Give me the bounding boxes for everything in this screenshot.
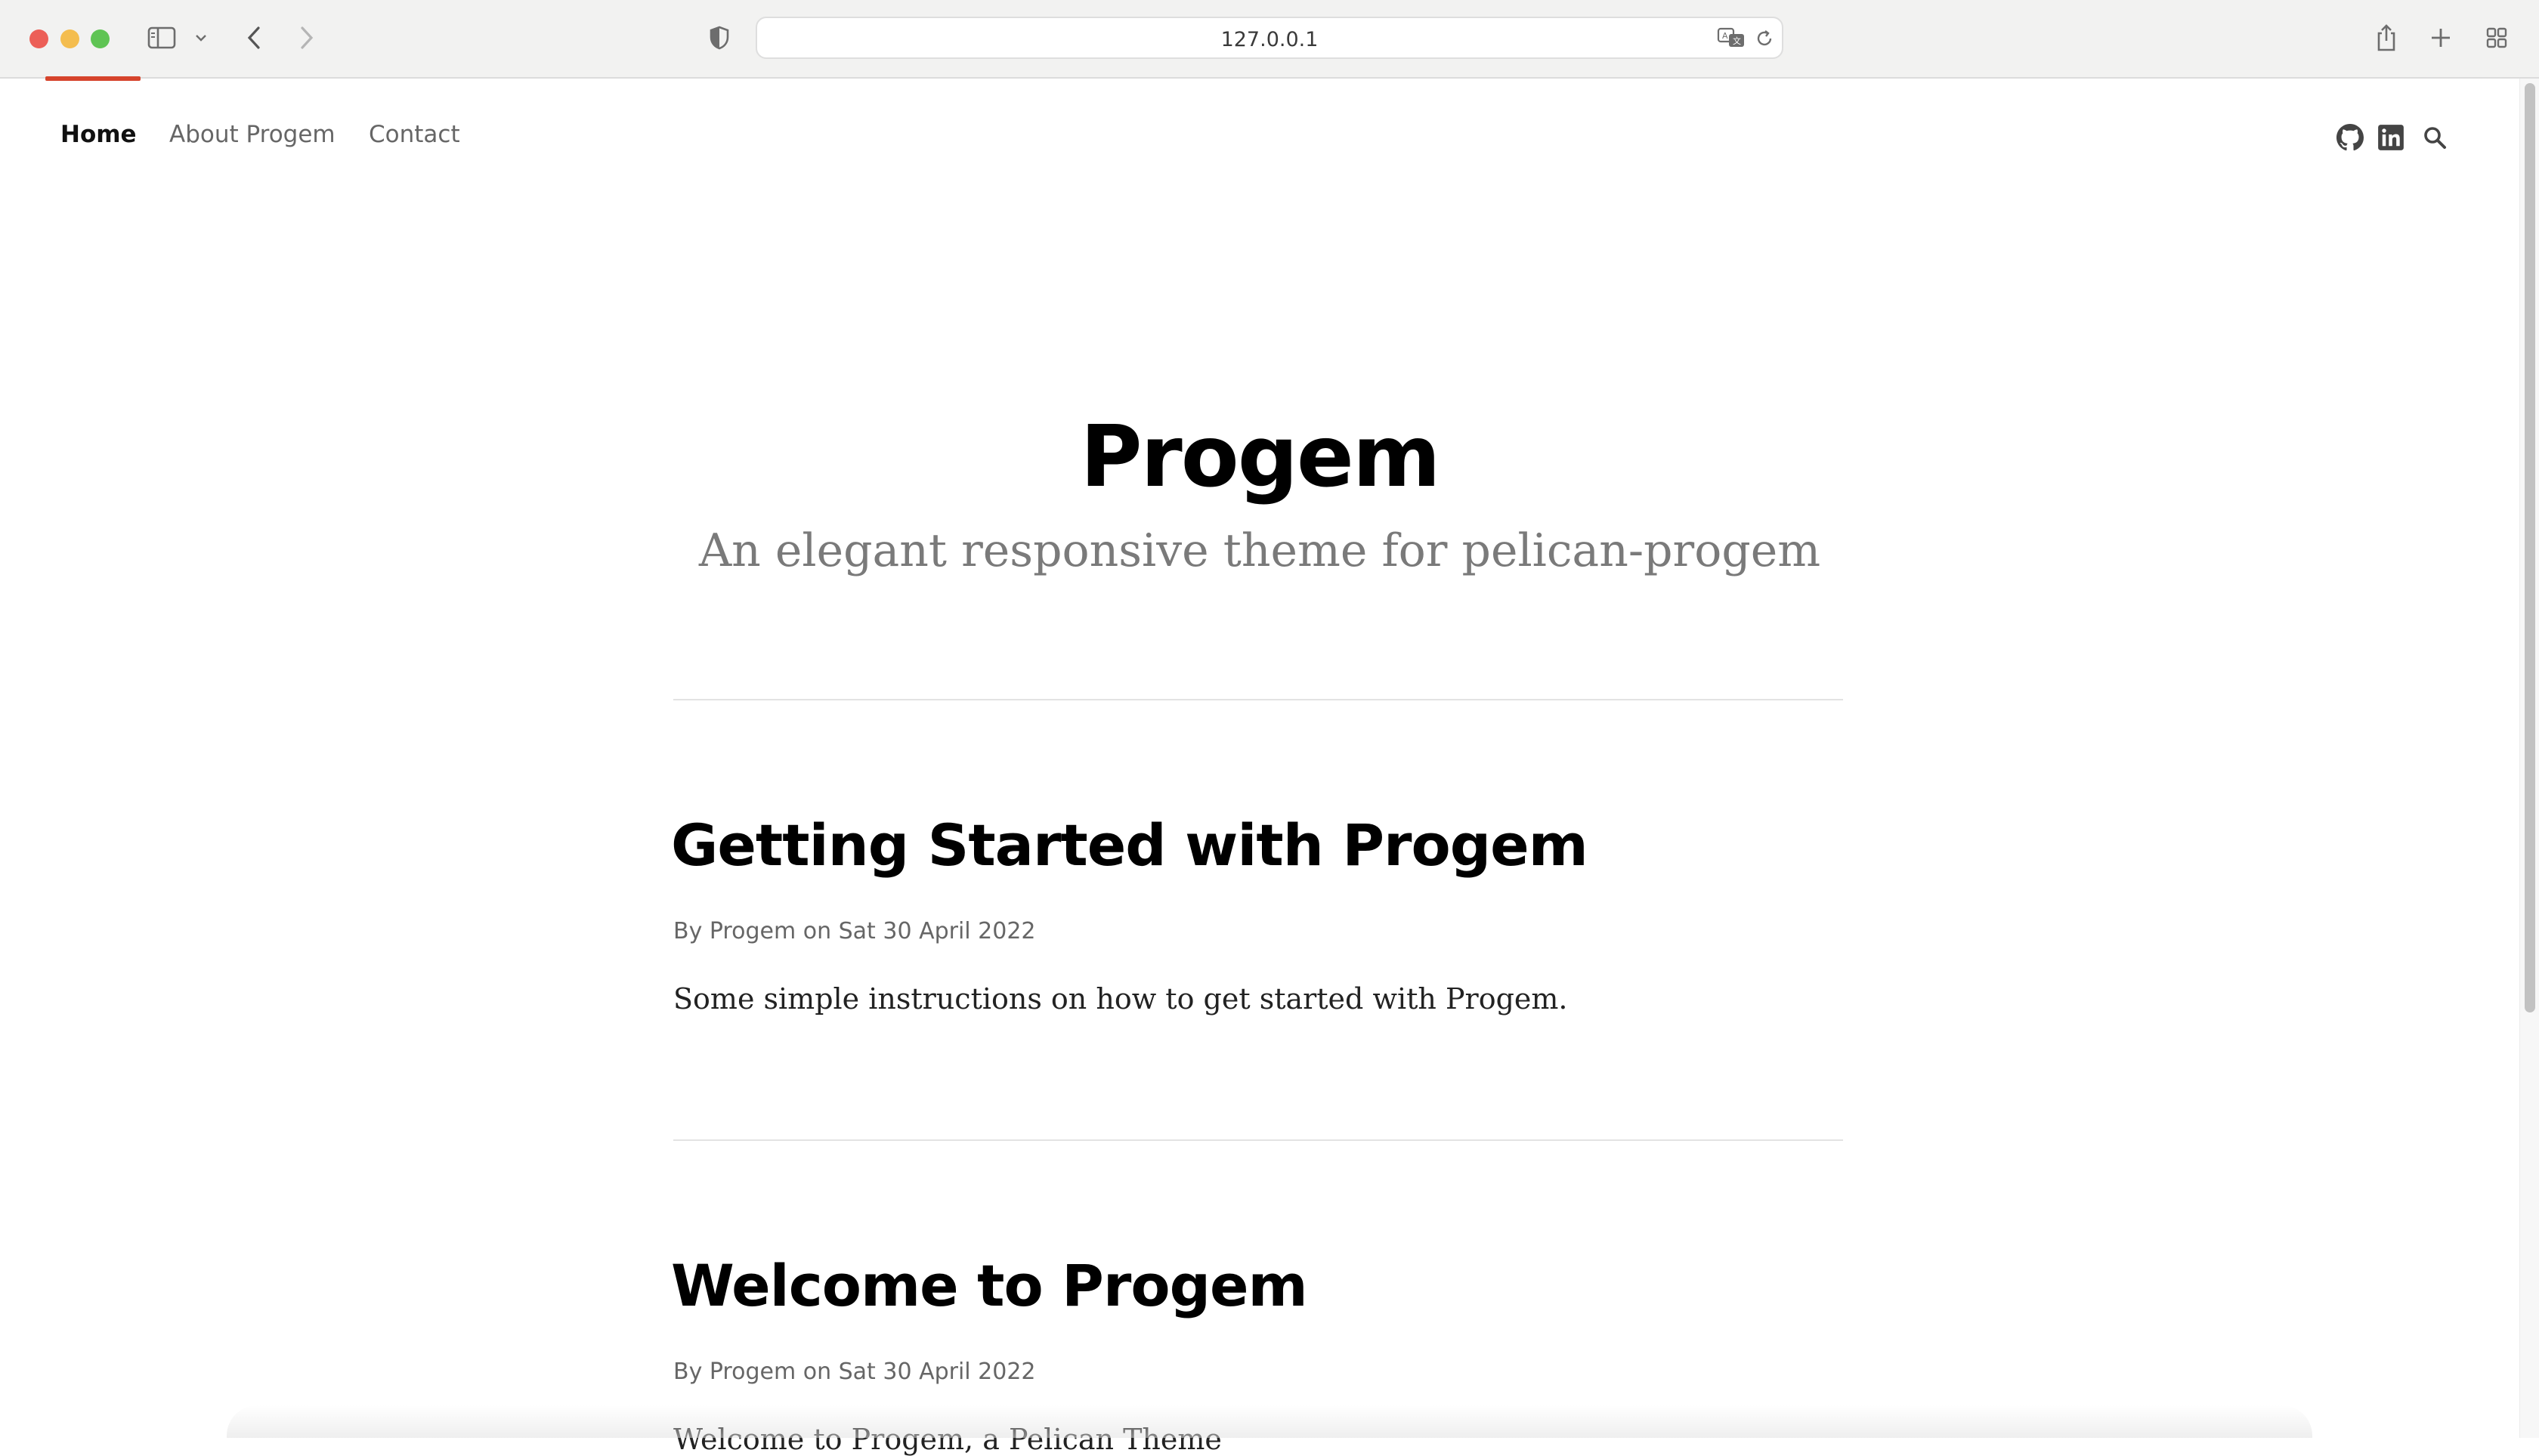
nav-item-about[interactable]: About Progem — [169, 121, 336, 148]
site-title[interactable]: Progem — [0, 408, 2519, 506]
translate-icon[interactable]: A文 — [1717, 26, 1747, 50]
nav-item-contact[interactable]: Contact — [369, 121, 460, 148]
github-icon[interactable] — [2336, 124, 2364, 155]
share-icon[interactable] — [2373, 21, 2400, 54]
chevron-down-icon[interactable] — [192, 30, 210, 45]
post-meta: By Progem on Sat 30 April 2022 — [673, 918, 1036, 944]
nav-item-home[interactable]: Home — [60, 121, 137, 148]
maximize-window-button[interactable] — [91, 29, 110, 48]
url-text: 127.0.0.1 — [1220, 28, 1319, 51]
address-bar[interactable]: 127.0.0.1 A文 — [756, 17, 1783, 59]
sidebar-toggle-icon[interactable] — [147, 24, 177, 51]
close-window-button[interactable] — [29, 29, 48, 48]
back-arrow-icon[interactable] — [240, 23, 268, 53]
search-icon[interactable] — [2423, 125, 2447, 153]
post-summary: Some simple instructions on how to get s… — [673, 982, 1568, 1015]
svg-text:文: 文 — [1733, 36, 1741, 46]
minimize-window-button[interactable] — [60, 29, 79, 48]
divider — [673, 699, 1843, 700]
divider — [673, 1139, 1843, 1141]
post-meta: By Progem on Sat 30 April 2022 — [673, 1359, 1036, 1385]
tab-overview-icon[interactable] — [2483, 24, 2510, 51]
new-tab-icon[interactable] — [2427, 24, 2454, 51]
post-title[interactable]: Welcome to Progem — [671, 1252, 1308, 1319]
scrollbar-thumb[interactable] — [2525, 83, 2535, 1012]
bottom-shadow — [227, 1405, 2312, 1438]
reload-icon[interactable] — [1753, 27, 1776, 50]
linkedin-icon[interactable] — [2377, 124, 2404, 155]
vertical-scrollbar[interactable] — [2519, 79, 2539, 1438]
privacy-shield-icon[interactable] — [707, 24, 731, 51]
site-subtitle: An elegant responsive theme for pelican-… — [698, 524, 1821, 577]
active-nav-underline — [45, 76, 141, 81]
svg-text:A: A — [1722, 31, 1728, 41]
forward-arrow-icon[interactable] — [293, 23, 320, 53]
browser-toolbar: 127.0.0.1 A文 — [0, 0, 2539, 79]
post-title[interactable]: Getting Started with Progem — [671, 811, 1588, 879]
